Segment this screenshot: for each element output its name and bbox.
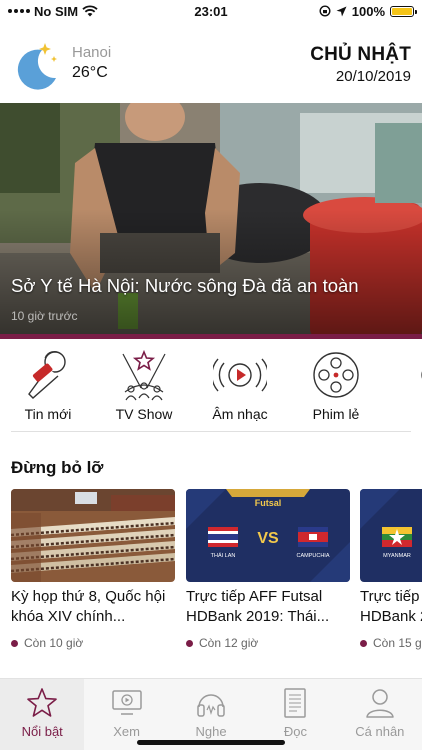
- tab-label: Đọc: [283, 724, 307, 739]
- card-thumbnail: MYANMAR: [360, 489, 422, 582]
- battery-icon: [390, 5, 417, 17]
- location-arrow-icon: [336, 6, 347, 16]
- card-thumbnail: [11, 489, 175, 582]
- battery-percent: 100%: [351, 3, 385, 19]
- tab-label: Cá nhân: [355, 724, 405, 739]
- dont-miss-title: Đừng bỏ lỡ: [11, 458, 104, 477]
- category-am-nhac[interactable]: Âm nhạc: [192, 345, 288, 431]
- monitor-play-icon: [111, 690, 142, 715]
- category-label: TV Show: [115, 406, 173, 422]
- tab-label: Nổi bật: [21, 724, 63, 739]
- hero-accent-line: [0, 334, 422, 339]
- hero-article[interactable]: Sở Y tế Hà Nội: Nước sông Đà đã an toàn …: [0, 103, 422, 339]
- category-label: Âm nhạc: [212, 406, 268, 422]
- date-label: 20/10/2019: [335, 68, 411, 85]
- card-thumbnail: Futsal VS THÁI LAN CAMPUCHIA: [186, 489, 350, 582]
- wifi-icon: [82, 5, 98, 17]
- carrier-label: No SIM: [34, 3, 79, 19]
- card-countdown: Còn 12 giờ: [199, 636, 259, 650]
- category-divider: [11, 431, 411, 432]
- status-bar: No SIM 23:01 100%: [0, 0, 422, 22]
- signal-dots-icon: [8, 9, 30, 13]
- status-left: No SIM: [8, 4, 98, 19]
- tab-label: Xem: [113, 724, 140, 739]
- document-icon: [284, 688, 307, 718]
- star-icon: [27, 688, 58, 717]
- weather-header: Hanoi 26°C CHỦ NHẬT 20/10/2019: [0, 36, 422, 96]
- card-title[interactable]: Trực tiếp AFF Futsal HDBank 2019: [360, 587, 422, 627]
- news-microphone-icon: [28, 350, 66, 399]
- status-right: 100%: [319, 3, 417, 19]
- thumb-brand: Futsal: [255, 498, 282, 508]
- card-countdown: Còn 10 giờ: [24, 636, 84, 650]
- dont-miss-card[interactable]: MYANMAR Trực tiếp AFF Futsal HDBank 2019…: [360, 489, 422, 650]
- hero-time: 10 giờ trước: [11, 309, 78, 323]
- thumb-vs: VS: [257, 530, 279, 547]
- user-icon: [366, 689, 394, 718]
- dont-miss-card[interactable]: Kỳ họp thứ 8, Quốc hội khóa XIV chính...…: [11, 489, 175, 650]
- home-indicator[interactable]: [137, 740, 285, 745]
- card-meta: Còn 12 giờ: [186, 636, 350, 650]
- weather-city: Hanoi: [72, 44, 112, 61]
- category-row[interactable]: Tin mới TV Show Âm nhạc Phim lẻ: [0, 345, 422, 431]
- category-label: Tin mới: [24, 406, 72, 422]
- dont-miss-carousel[interactable]: Kỳ họp thứ 8, Quốc hội khóa XIV chính...…: [11, 489, 422, 659]
- card-meta: Còn 10 giờ: [11, 636, 175, 650]
- film-reel-icon: [313, 352, 359, 398]
- category-phim-le[interactable]: Phim lẻ: [288, 345, 384, 431]
- music-play-icon: [213, 358, 267, 392]
- countdown-dot: [360, 639, 367, 647]
- dont-miss-card[interactable]: Futsal VS THÁI LAN CAMPUCHIA Trực tiếp A…: [186, 489, 350, 650]
- tab-label: Nghe: [195, 724, 227, 739]
- category-tin-moi[interactable]: Tin mới: [0, 345, 96, 431]
- category-partial[interactable]: Ph: [384, 345, 422, 431]
- futsal-match-image: Futsal VS THÁI LAN CAMPUCHIA: [186, 489, 350, 582]
- screen-lock-icon: [319, 5, 331, 17]
- category-tv-show[interactable]: TV Show: [96, 345, 192, 431]
- tab-ca-nhan[interactable]: Cá nhân: [338, 679, 422, 750]
- countdown-dot: [11, 639, 18, 647]
- film-icon: [421, 371, 422, 379]
- hero-shade: [0, 103, 422, 339]
- hero-title[interactable]: Sở Y tế Hà Nội: Nước sông Đà đã an toàn: [11, 275, 359, 297]
- category-label: Phim lẻ: [312, 406, 360, 422]
- card-title[interactable]: Kỳ họp thứ 8, Quốc hội khóa XIV chính...: [11, 587, 175, 627]
- headphones-icon: [197, 694, 225, 717]
- weekday-label: CHỦ NHẬT: [310, 44, 411, 65]
- countdown-dot: [186, 639, 193, 647]
- weather-temperature: 26°C: [72, 64, 108, 81]
- card-title[interactable]: Trực tiếp AFF Futsal HDBank 2019: Thái..…: [186, 587, 350, 627]
- thumb-team-a: THÁI LAN: [211, 552, 236, 559]
- futsal-match-image: MYANMAR: [360, 489, 422, 582]
- card-meta: Còn 15 giờ: [360, 636, 422, 650]
- moon-stars-icon: [17, 43, 57, 90]
- assembly-hall-image: [11, 489, 175, 582]
- thumb-team-a: MYANMAR: [383, 553, 411, 559]
- tv-show-star-icon: [122, 349, 166, 401]
- card-countdown: Còn 15 giờ: [373, 636, 422, 650]
- tab-noi-bat[interactable]: Nổi bật: [0, 679, 85, 750]
- thumb-team-b: CAMPUCHIA: [296, 553, 329, 559]
